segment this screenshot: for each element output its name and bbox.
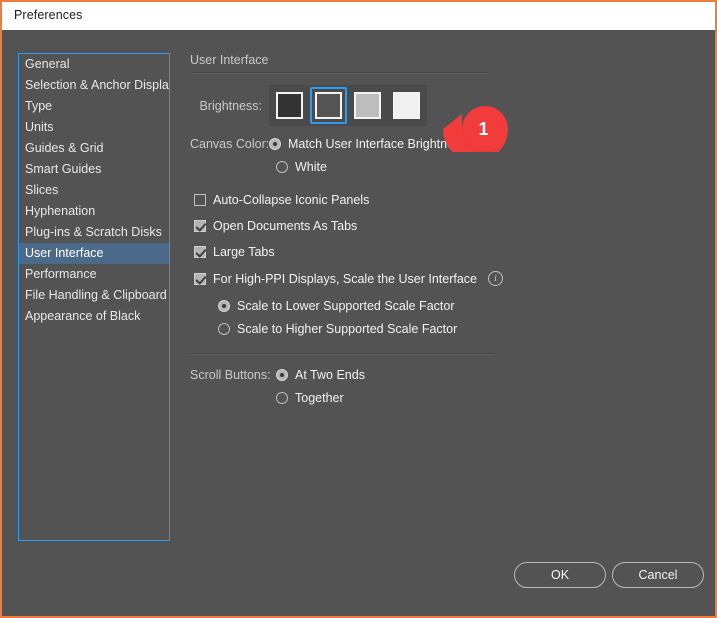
radio-scale-higher-factor-label: Scale to Higher Supported Scale Factor: [237, 322, 458, 336]
sidebar-item-appearance-of-black[interactable]: Appearance of Black: [19, 306, 169, 327]
checkbox-large-tabs-label: Large Tabs: [213, 245, 275, 259]
sidebar-item-plugins-scratch-disks[interactable]: Plug-ins & Scratch Disks: [19, 222, 169, 243]
preferences-category-list[interactable]: General Selection & Anchor Display Type …: [18, 53, 170, 541]
pane-title: User Interface: [190, 53, 269, 67]
sidebar-item-performance[interactable]: Performance: [19, 264, 169, 285]
open-documents-as-tabs-row: Open Documents As Tabs: [190, 219, 700, 233]
sidebar-item-units[interactable]: Units: [19, 117, 169, 138]
radio-scale-lower-factor-label: Scale to Lower Supported Scale Factor: [237, 299, 455, 313]
checkbox-open-documents-as-tabs[interactable]: [194, 220, 206, 232]
sidebar-item-type[interactable]: Type: [19, 96, 169, 117]
checkbox-high-ppi-scale-ui-label: For High-PPI Displays, Scale the User In…: [213, 271, 477, 286]
title-bar: Preferences: [2, 2, 715, 30]
scroll-buttons-label: Scroll Buttons:: [190, 368, 271, 382]
radio-canvas-white[interactable]: [276, 161, 288, 173]
brightness-swatch-group[interactable]: [269, 85, 427, 126]
radio-scale-lower-factor[interactable]: [218, 300, 230, 312]
sidebar-item-user-interface[interactable]: User Interface: [19, 243, 169, 264]
canvas-color-label: Canvas Color:: [190, 137, 270, 151]
callout-teardrop-icon: [443, 106, 508, 162]
brightness-label: Brightness:: [199, 98, 262, 113]
brightness-swatch-light-wrap[interactable]: [349, 87, 386, 124]
sidebar-item-guides-grid[interactable]: Guides & Grid: [19, 138, 169, 159]
dialog-body: General Selection & Anchor Display Type …: [2, 30, 715, 616]
brightness-swatch-lightest[interactable]: [393, 92, 420, 119]
cancel-button[interactable]: Cancel: [612, 562, 704, 588]
brightness-swatch-dark-wrap[interactable]: [310, 87, 347, 124]
radio-scroll-together[interactable]: [276, 392, 288, 404]
checkbox-large-tabs[interactable]: [194, 246, 206, 258]
info-icon[interactable]: i: [488, 271, 503, 286]
high-ppi-scale-row: For High-PPI Displays, Scale the User In…: [190, 271, 700, 286]
canvas-color-white-row: White: [190, 160, 700, 174]
callout-marker-1: 1: [443, 106, 508, 162]
scale-higher-row: Scale to Higher Supported Scale Factor: [190, 322, 700, 336]
window-title: Preferences: [14, 8, 83, 22]
radio-match-ui-brightness[interactable]: [269, 138, 281, 150]
checkbox-open-documents-as-tabs-label: Open Documents As Tabs: [213, 219, 358, 233]
checkbox-auto-collapse-iconic-panels-label: Auto-Collapse Iconic Panels: [213, 193, 370, 207]
ok-button[interactable]: OK: [514, 562, 606, 588]
brightness-swatch-darkest-wrap[interactable]: [271, 87, 308, 124]
radio-match-ui-brightness-label: Match User Interface Brightness: [288, 137, 467, 151]
radio-scroll-together-label: Together: [295, 391, 344, 405]
preferences-dialog: Preferences General Selection & Anchor D…: [0, 0, 717, 618]
auto-collapse-row: Auto-Collapse Iconic Panels: [190, 193, 700, 207]
scroll-buttons-row: Scroll Buttons: At Two Ends: [190, 368, 700, 382]
brightness-swatch-light[interactable]: [354, 92, 381, 119]
radio-canvas-white-label: White: [295, 160, 327, 174]
large-tabs-row: Large Tabs: [190, 245, 700, 259]
brightness-swatch-darkest[interactable]: [276, 92, 303, 119]
brightness-swatch-dark[interactable]: [315, 92, 342, 119]
section-divider-bottom: [190, 353, 495, 355]
sidebar-item-file-handling-clipboard[interactable]: File Handling & Clipboard: [19, 285, 169, 306]
radio-scale-higher-factor[interactable]: [218, 323, 230, 335]
sidebar-item-smart-guides[interactable]: Smart Guides: [19, 159, 169, 180]
sidebar-item-selection-anchor-display[interactable]: Selection & Anchor Display: [19, 75, 169, 96]
sidebar-item-slices[interactable]: Slices: [19, 180, 169, 201]
sidebar-item-general[interactable]: General: [19, 54, 169, 75]
scroll-together-row: Together: [190, 391, 700, 405]
checkbox-auto-collapse-iconic-panels[interactable]: [194, 194, 206, 206]
radio-scroll-at-two-ends-label: At Two Ends: [295, 368, 365, 382]
checkbox-high-ppi-scale-ui[interactable]: [194, 272, 206, 285]
section-divider-top: [190, 72, 490, 74]
brightness-swatch-lightest-wrap[interactable]: [388, 87, 425, 124]
radio-scroll-at-two-ends[interactable]: [276, 369, 288, 381]
sidebar-item-hyphenation[interactable]: Hyphenation: [19, 201, 169, 222]
scale-lower-row: Scale to Lower Supported Scale Factor: [190, 299, 700, 313]
